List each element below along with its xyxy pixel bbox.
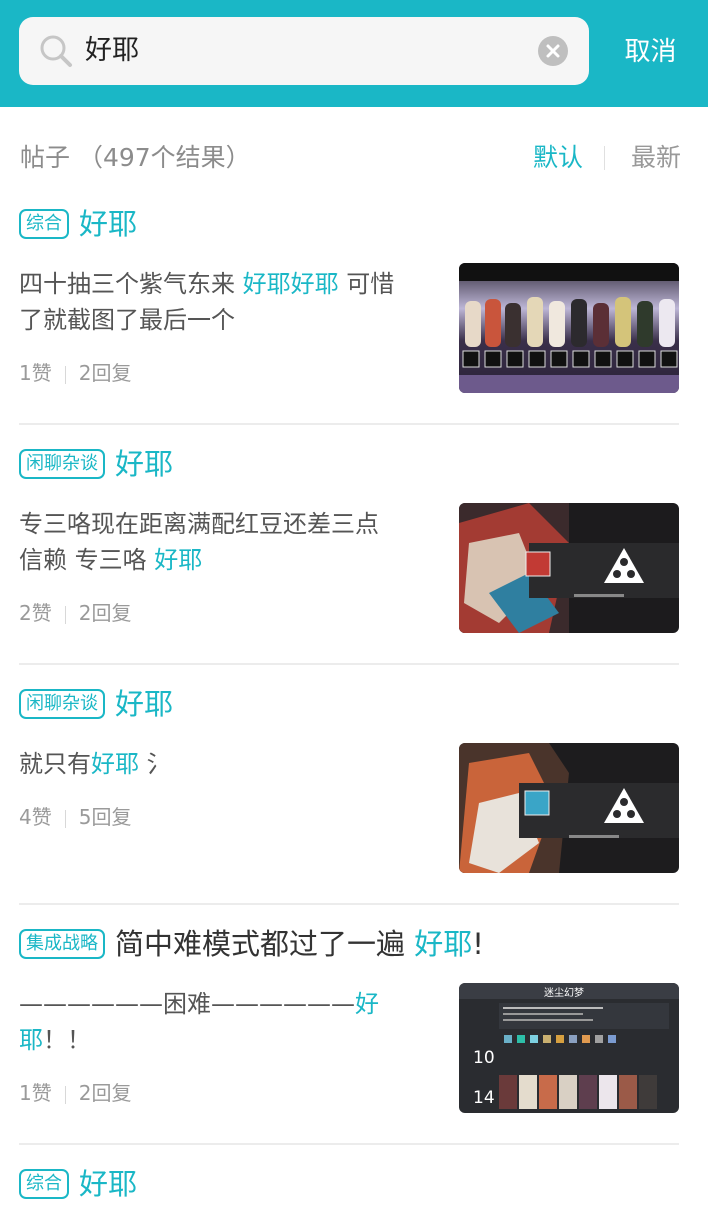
like-count: 1赞 (19, 361, 52, 385)
thumb-title: 迷尘幻梦 (544, 986, 584, 999)
post-item[interactable]: 闲聊杂谈 好耶 专三咯现在距离满配红豆还差三点 信赖 专三咯 好耶 2赞 2回复 (19, 444, 679, 644)
category-tag[interactable]: 闲聊杂谈 (19, 449, 105, 479)
cancel-button[interactable]: 取消 (603, 30, 698, 74)
post-excerpt: 四十抽三个紫气东来 好耶好耶 可惜 了就截图了最后一个 (19, 270, 395, 334)
post-item[interactable]: 综合 好耶 四十抽三个紫气东来 好耶好耶 可惜 了就截图了最后一个 1赞 2回复 (19, 204, 679, 404)
post-item[interactable]: 集成战略 简中难模式都过了一遍 好耶! ——————困难——————好 耶！！ 1… (19, 924, 679, 1124)
top-bar: 好耶 取消 (0, 0, 708, 107)
operator-skill-image (459, 743, 679, 873)
reply-count: 2回复 (78, 601, 132, 625)
post-excerpt: 专三咯现在距离满配红豆还差三点 信赖 专三咯 好耶 (19, 510, 379, 574)
sort-separator (604, 146, 605, 170)
sort-default-tab[interactable]: 默认 (533, 138, 583, 178)
post-thumbnail[interactable] (459, 503, 679, 633)
clear-icon[interactable] (538, 36, 568, 66)
post-title: 闲聊杂谈 好耶 (19, 444, 173, 484)
post-title: 集成战略 简中难模式都过了一遍 好耶! (19, 924, 484, 964)
post-thumbnail[interactable]: 迷尘幻梦 10 14 (459, 983, 679, 1113)
search-query: 好耶 (85, 35, 139, 66)
post-excerpt: ——————困难——————好 耶！！ (19, 990, 379, 1054)
post-title: 综合 好耶 (19, 204, 137, 244)
reply-count: 2回复 (78, 1081, 132, 1105)
post-item[interactable]: 综合 好耶 (19, 1164, 679, 1221)
divider (19, 423, 679, 425)
reply-count: 5回复 (78, 805, 132, 829)
sort-newest-tab[interactable]: 最新 (631, 138, 681, 178)
operator-skill-image (459, 503, 679, 633)
divider (19, 903, 679, 905)
post-thumbnail[interactable] (459, 743, 679, 873)
thumb-number-2: 14 (473, 1088, 495, 1108)
post-stats: 2赞 2回复 (19, 599, 131, 627)
like-count: 4赞 (19, 805, 52, 829)
post-excerpt: 就只有好耶 氵 (19, 750, 171, 778)
search-icon (40, 35, 72, 67)
category-tag[interactable]: 综合 (19, 209, 69, 239)
post-stats: 1赞 2回复 (19, 1079, 131, 1107)
roguelike-summary-image: 迷尘幻梦 10 14 (459, 983, 679, 1113)
like-count: 2赞 (19, 601, 52, 625)
post-item[interactable]: 闲聊杂谈 好耶 就只有好耶 氵 4赞 5回复 (19, 684, 679, 884)
category-tag[interactable]: 闲聊杂谈 (19, 689, 105, 719)
post-title: 综合 好耶 (19, 1164, 137, 1204)
results-count-label: 帖子 （497个结果） (20, 143, 251, 172)
category-tag[interactable]: 综合 (19, 1169, 69, 1199)
divider (19, 663, 679, 665)
divider (19, 1143, 679, 1145)
post-title: 闲聊杂谈 好耶 (19, 684, 173, 724)
search-input[interactable]: 好耶 (19, 17, 589, 85)
post-stats: 4赞 5回复 (19, 803, 131, 831)
post-stats: 1赞 2回复 (19, 359, 131, 387)
results-header: 帖子 （497个结果） 默认 最新 (20, 138, 688, 178)
reply-count: 2回复 (78, 361, 132, 385)
like-count: 1赞 (19, 1081, 52, 1105)
thumb-number-1: 10 (473, 1048, 495, 1068)
character-roster-image (459, 263, 679, 393)
category-tag[interactable]: 集成战略 (19, 929, 105, 959)
post-thumbnail[interactable] (459, 263, 679, 393)
